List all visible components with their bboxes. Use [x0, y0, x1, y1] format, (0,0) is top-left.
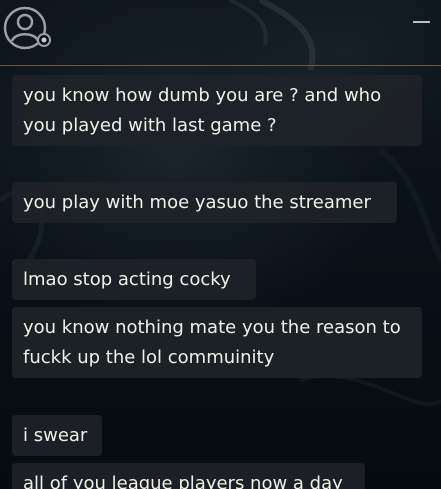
minimize-icon[interactable] [411, 8, 433, 30]
chat-header [0, 0, 441, 66]
chat-message: you know how dumb you are ? and who you … [12, 75, 422, 146]
message-list[interactable]: you know how dumb you are ? and who you … [0, 66, 441, 489]
chat-message: you know nothing mate you the reason to … [12, 307, 422, 378]
chat-message: i swear [12, 415, 102, 456]
user-avatar-icon[interactable] [3, 6, 51, 54]
minimize-bar [413, 21, 430, 23]
chat-message: lmao stop acting cocky [12, 259, 256, 300]
chat-message: you play with moe yasuo the streamer [12, 182, 397, 223]
chat-message: all of you league players now a day [12, 463, 365, 489]
chat-window: you know how dumb you are ? and who you … [0, 0, 441, 489]
